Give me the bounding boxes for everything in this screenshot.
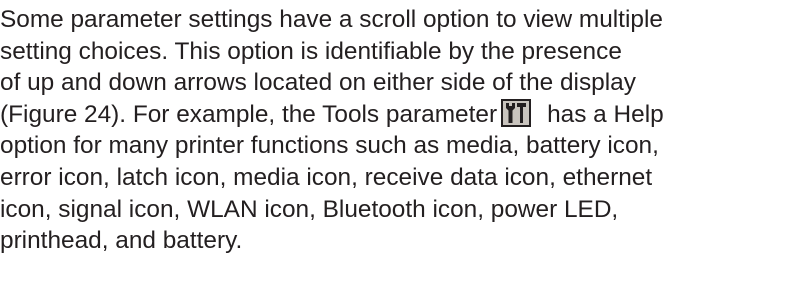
- paragraph: Some parameter settings have a scroll op…: [0, 4, 811, 257]
- paragraph-line-5: option for many printer functions such a…: [0, 132, 659, 160]
- paragraph-line-1: Some parameter settings have a scroll op…: [0, 6, 663, 33]
- paragraph-line-4-after-icon: has a Help: [547, 100, 664, 128]
- paragraph-line-6: error icon, latch icon, media icon, rece…: [0, 163, 653, 191]
- paragraph-line-3: of up and down arrows located on either …: [0, 69, 636, 97]
- paragraph-line-4: (Figure 24). For example, the Tools para…: [0, 98, 811, 131]
- paragraph-line-2: setting choices. This option is identifi…: [0, 37, 622, 65]
- paragraph-line-4-text: (Figure 24). For example, the Tools para…: [0, 100, 498, 128]
- paragraph-line-8: printhead, and battery.: [0, 227, 243, 255]
- tools-icon: [501, 98, 532, 127]
- paragraph-line-7: icon, signal icon, WLAN icon, Bluetooth …: [0, 195, 619, 223]
